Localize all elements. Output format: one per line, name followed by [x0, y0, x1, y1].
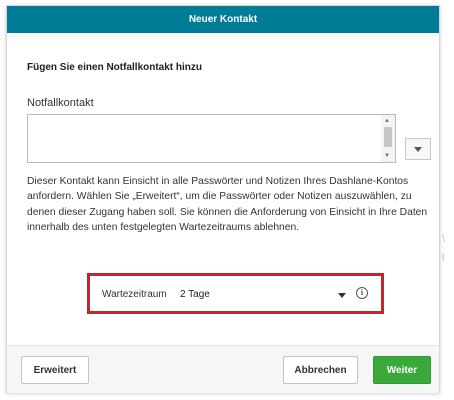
textarea-scrollbar[interactable]: ▲ ▼ [381, 115, 395, 162]
emergency-contact-input[interactable]: ▲ ▼ [27, 114, 396, 163]
new-contact-dialog: Neuer Kontakt Fügen Sie einen Notfallkon… [6, 5, 440, 393]
wait-period-select[interactable]: 2 Tage [180, 289, 210, 300]
wait-period-label: Wartezeitraum [102, 289, 167, 300]
next-button[interactable]: Weiter [373, 356, 431, 384]
dialog-footer: Erweitert Abbrechen Weiter [7, 345, 439, 393]
background-panel: \ l [440, 0, 454, 400]
chevron-down-icon [414, 146, 422, 152]
background-fragment: l [442, 252, 445, 264]
scroll-down-icon[interactable]: ▼ [384, 152, 390, 160]
wait-period-highlight: Wartezeitraum 2 Tage i [87, 273, 384, 314]
section-heading: Fügen Sie einen Notfallkontakt hinzu [27, 62, 203, 73]
chevron-down-icon[interactable] [338, 293, 346, 298]
cancel-button[interactable]: Abbrechen [283, 356, 358, 384]
emergency-contact-label: Notfallkontakt [27, 97, 94, 109]
info-icon[interactable]: i [356, 287, 368, 299]
background-fragment: \ [442, 233, 446, 245]
scroll-up-icon[interactable]: ▲ [384, 117, 390, 125]
scroll-thumb[interactable] [384, 127, 392, 147]
description-text: Dieser Kontakt kann Einsicht in alle Pas… [27, 176, 428, 234]
contact-dropdown-button[interactable] [405, 138, 431, 160]
dialog-title: Neuer Kontakt [7, 6, 439, 33]
advanced-button[interactable]: Erweitert [21, 356, 89, 384]
